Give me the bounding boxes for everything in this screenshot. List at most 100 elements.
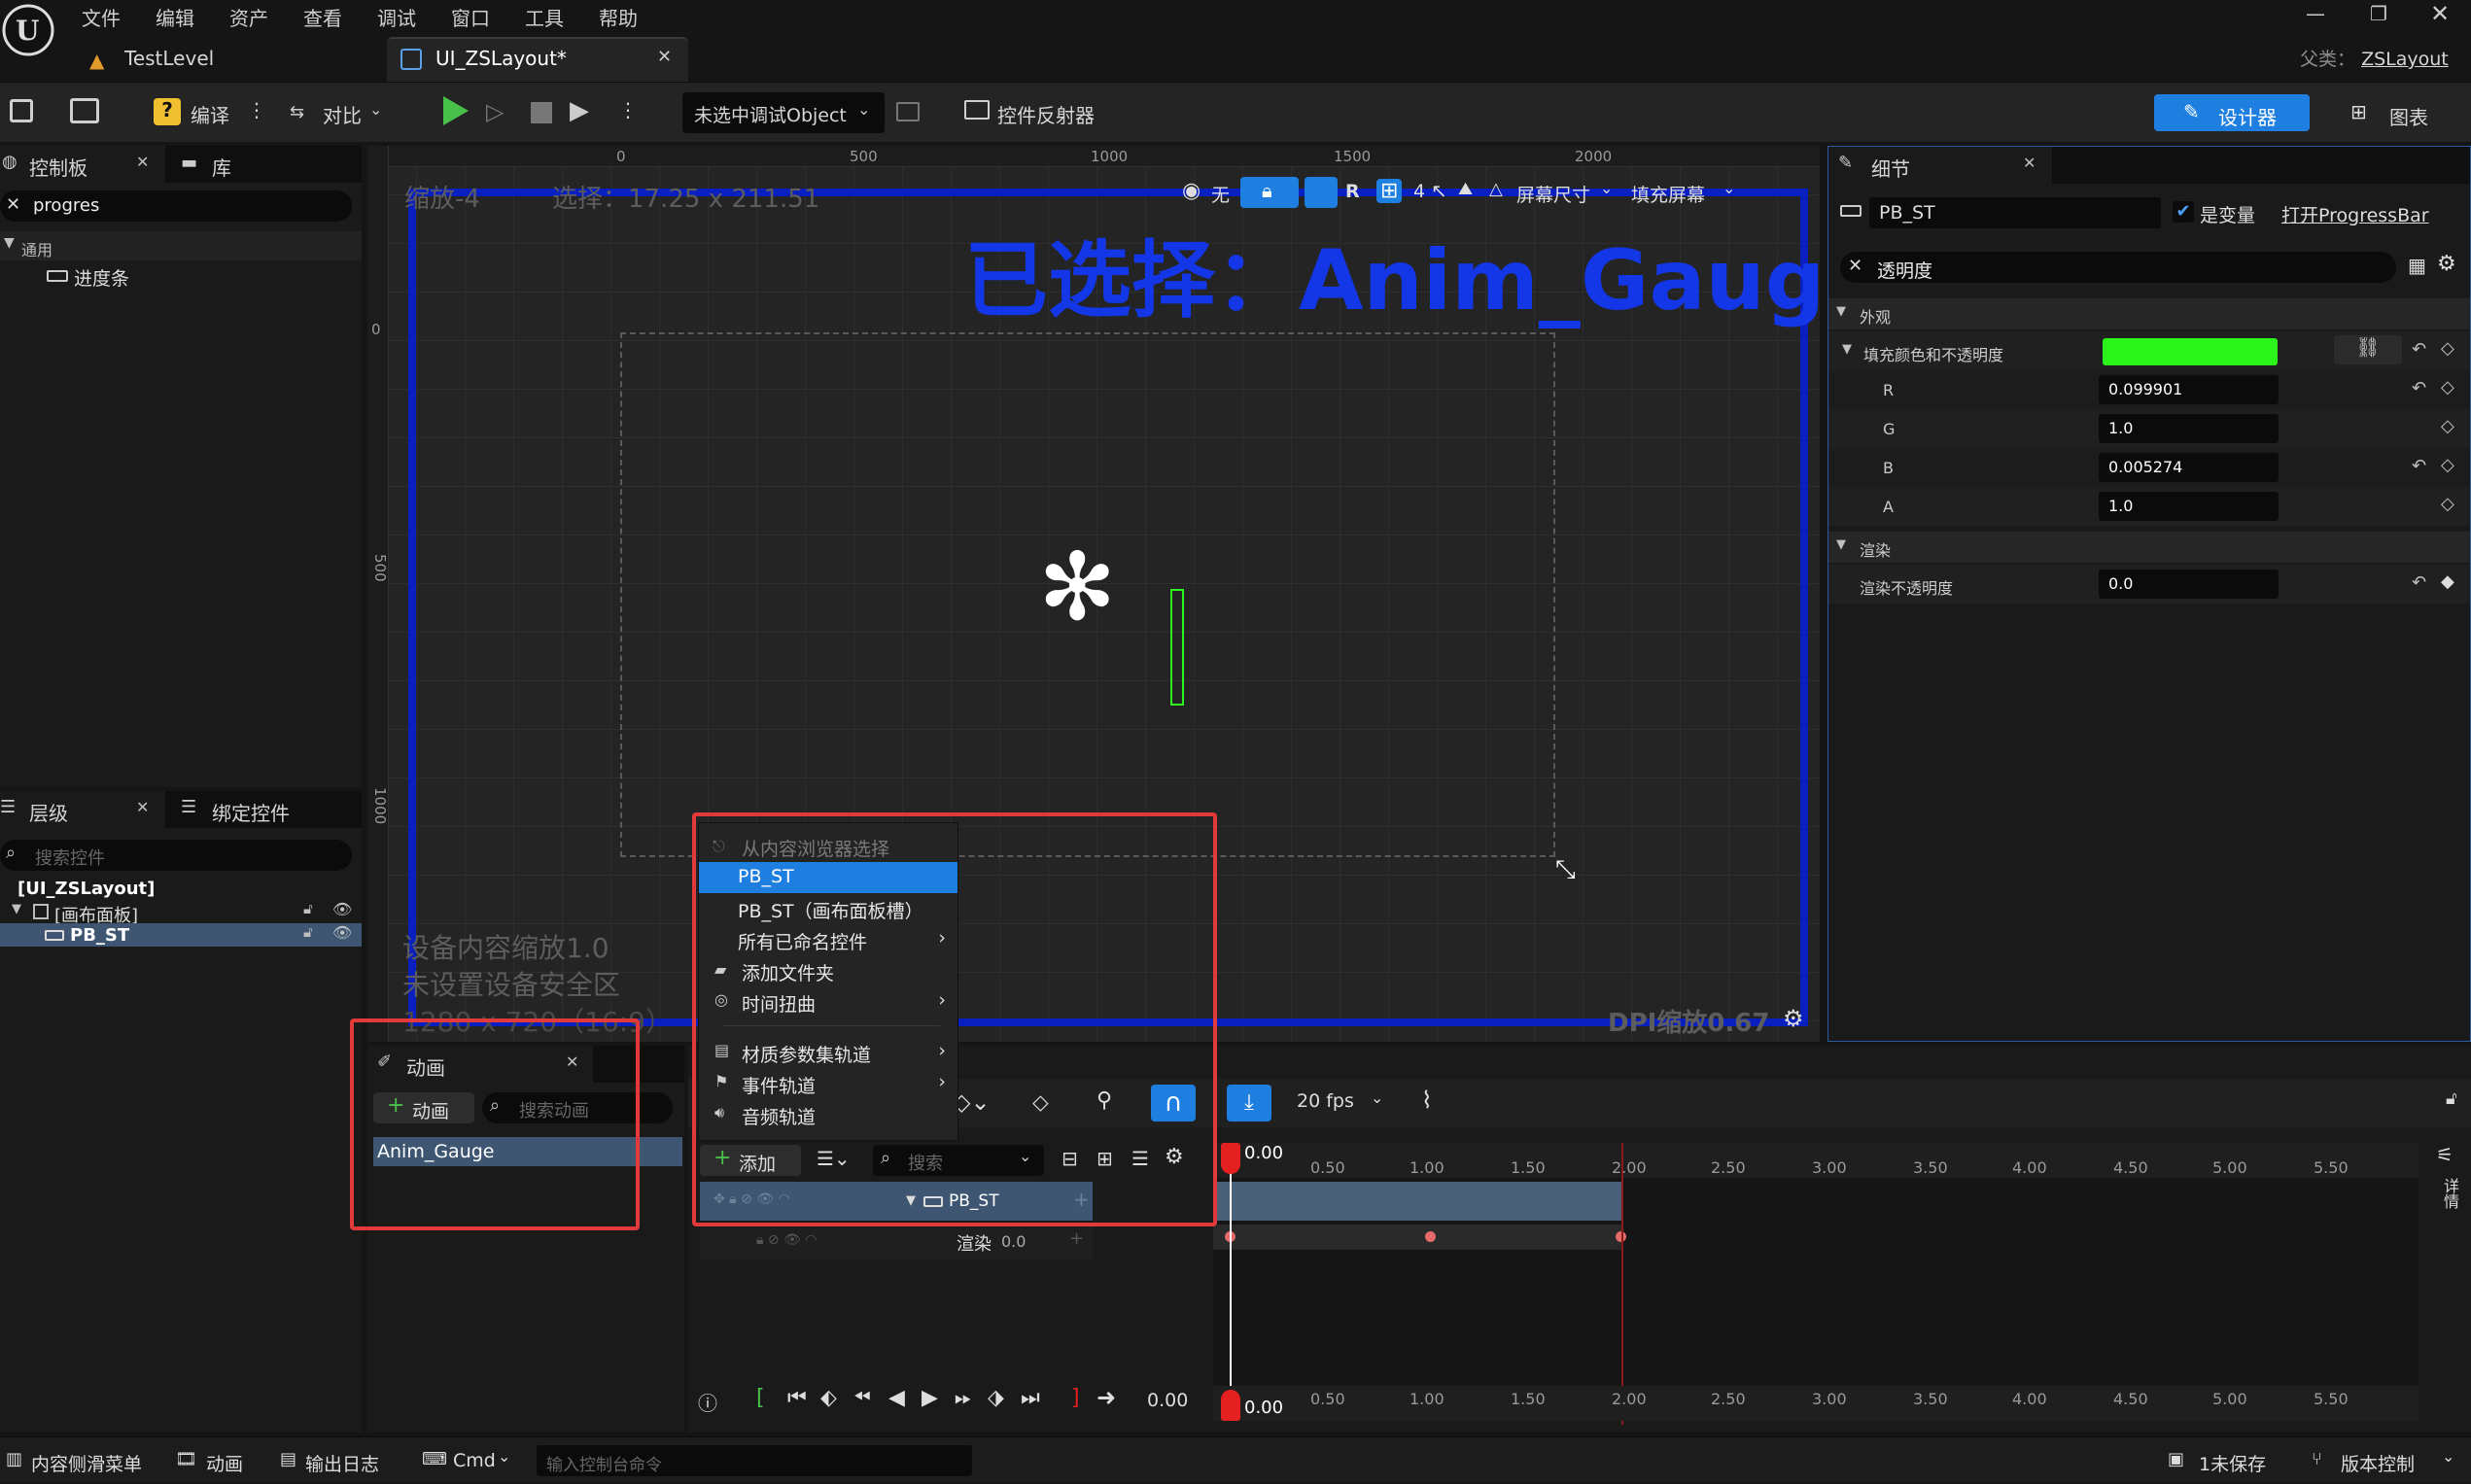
tab-ui-zslayout[interactable]: UI_ZSLayout* ✕ [387, 37, 688, 82]
keyframe-icon[interactable]: ◇ [2441, 455, 2454, 475]
skip-to-end-icon[interactable]: ⏭ [1021, 1386, 1040, 1410]
reset-icon[interactable]: ↶ [2412, 378, 2426, 398]
playhead-marker[interactable] [1221, 1390, 1240, 1421]
r-toggle[interactable]: R [1345, 181, 1360, 202]
playhead-marker[interactable] [1221, 1143, 1240, 1174]
skip-to-start-icon[interactable]: ⏮ [787, 1386, 807, 1410]
keyframe-filled-icon[interactable]: ◆ [2441, 571, 2454, 592]
play-reverse-icon[interactable]: ◀ [888, 1386, 905, 1410]
hierarchy-search-input[interactable]: ⌕ 搜索控件 [0, 840, 352, 871]
compile-icon[interactable]: ? [154, 98, 181, 125]
palette-item-progressbar[interactable]: 进度条 [0, 260, 362, 290]
cursor-icon[interactable]: ↖ [1431, 179, 1447, 202]
r-value-input[interactable]: 0.099901 [2099, 375, 2279, 404]
reset-icon[interactable]: ↶ [2412, 339, 2426, 360]
range-start-icon[interactable]: [ [756, 1386, 765, 1410]
menu-debug[interactable]: 调试 [377, 3, 416, 31]
category-common[interactable]: ▼ 通用 [0, 231, 362, 260]
version-control-button[interactable]: ⑂ 版本控制 ⌄ [2308, 1437, 2463, 1484]
info-icon[interactable]: ⓘ [698, 1388, 717, 1416]
eye-icon[interactable]: 👁︎ [332, 923, 352, 942]
menu-asset[interactable]: 资产 [229, 3, 268, 31]
g-value-input[interactable]: 1.0 [2099, 414, 2279, 443]
curve-editor-icon[interactable]: ⌇ [1421, 1087, 1433, 1114]
screen-size-dropdown[interactable]: 屏幕尺寸 ⌄ [1513, 179, 1621, 208]
compile-options-icon[interactable]: ⋮ [247, 98, 266, 121]
output-log-button[interactable]: ▤ 输出日志 [278, 1437, 399, 1484]
palette-search-input[interactable]: ✕ progres [0, 190, 352, 222]
mountain-icon[interactable]: ⛰︎ [1458, 179, 1473, 199]
tab-close-icon[interactable]: ✕ [136, 153, 149, 171]
menu-file[interactable]: 文件 [82, 3, 121, 31]
menu-view[interactable]: 查看 [303, 3, 342, 31]
globe-icon[interactable]: ◉ [1182, 179, 1201, 203]
warning-icon[interactable]: △ [1489, 179, 1503, 199]
play-icon[interactable]: ▶ [922, 1386, 938, 1410]
current-time-input[interactable]: 0.00 [1147, 1390, 1188, 1411]
menu-edit[interactable]: 编辑 [156, 3, 194, 31]
content-drawer-button[interactable]: ▥ 内容侧滑菜单 [0, 1437, 159, 1484]
grid-snap-icon[interactable]: ⊞ [1376, 179, 1403, 203]
diff-chevron-down-icon[interactable]: ⌄ [369, 100, 382, 119]
tree-root[interactable]: [UI_ZSLayout] [17, 879, 155, 899]
lock-icon[interactable]: 🔓︎ [303, 923, 313, 941]
browse-icon[interactable] [70, 98, 99, 123]
outline-toggle[interactable] [1305, 177, 1338, 208]
reset-icon[interactable]: ↶ [2412, 456, 2426, 476]
render-opacity-input[interactable]: 0.0 [2099, 569, 2279, 599]
keyframe-icon[interactable]: ◇ [2441, 494, 2454, 514]
a-value-input[interactable]: 1.0 [2099, 492, 2279, 521]
step-icon[interactable]: ▷ [486, 98, 511, 125]
tab-close-icon[interactable]: ✕ [2023, 154, 2036, 172]
section-rendering[interactable]: ▼ 渲染 [1828, 532, 2470, 563]
tab-close-icon[interactable]: ✕ [136, 798, 149, 816]
tab-library[interactable]: 库 [212, 153, 231, 181]
stop-icon[interactable] [531, 102, 552, 123]
tab-hierarchy[interactable]: ☰ 层级 ✕ [0, 791, 165, 828]
parent-class-link[interactable]: ZSLayout [2361, 49, 2449, 70]
sequencer-side-tab[interactable]: ⚟ 详情 [2428, 1143, 2467, 1289]
designer-button[interactable]: ✎ 设计器 [2154, 94, 2310, 131]
animation-status-button[interactable]: 🎞︎ 动画 [171, 1437, 268, 1484]
playhead-snap-button[interactable]: ⤓ [1227, 1085, 1271, 1122]
clear-search-icon[interactable]: ✕ [6, 194, 20, 215]
track-row-render-opacity[interactable]: 🔒︎ ⊘ 👁︎ ◠ 渲染 0.0 + [700, 1225, 1093, 1260]
playhead-line[interactable] [1230, 1162, 1232, 1405]
widget-reflector-button[interactable]: 控件反射器 [997, 100, 1095, 128]
keyframe-icon[interactable]: ◇ [2441, 416, 2454, 436]
lock-icon[interactable]: 🔓︎ [303, 900, 313, 917]
menu-tools[interactable]: 工具 [525, 3, 564, 31]
widget-name-input[interactable]: PB_ST [1869, 197, 2161, 228]
range-end-marker[interactable] [1621, 1143, 1623, 1425]
table-view-icon[interactable]: ▦ [2408, 254, 2426, 277]
tab-close-icon[interactable]: ✕ [657, 47, 672, 67]
section-appearance[interactable]: ▼ 外观 [1828, 298, 2470, 329]
keyframe-icon[interactable]: ◇ [2441, 377, 2454, 397]
is-variable-checkbox[interactable]: ✔ [2173, 201, 2194, 223]
save-icon[interactable] [10, 99, 33, 122]
diff-button[interactable]: 对比 [323, 100, 362, 128]
unsaved-button[interactable]: ▣ 1未保存 [2164, 1437, 2300, 1484]
compile-button[interactable]: 编译 [191, 100, 229, 128]
minimize-button[interactable]: — [2306, 2, 2325, 25]
keyframe-dot[interactable] [1425, 1231, 1436, 1242]
tree-canvas-panel[interactable]: ▼ [画布面板] 🔓︎ 👁︎ [0, 900, 362, 926]
fps-dropdown[interactable]: 20 fps ⌄ [1293, 1088, 1390, 1118]
prev-key-icon[interactable]: ⬖ [820, 1386, 837, 1410]
timeline-area[interactable]: 0.00 0.50 1.00 1.50 2.00 2.50 3.00 3.50 … [1213, 1143, 2419, 1425]
next-frame-icon[interactable]: ⏩︎ [955, 1386, 972, 1410]
maximize-button[interactable]: ❐ [2370, 2, 2387, 25]
loop-icon[interactable]: ➜ [1096, 1384, 1116, 1411]
range-end-icon[interactable]: ] [1071, 1386, 1080, 1410]
simulate-icon[interactable]: ▶ [570, 96, 589, 125]
debug-object-select[interactable]: 未选中调试Object ⌄ [682, 92, 885, 133]
next-key-icon[interactable]: ⬗ [988, 1386, 1004, 1410]
eye-icon[interactable]: 👁︎ [332, 900, 352, 918]
reset-icon[interactable]: ↶ [2412, 572, 2426, 593]
prev-frame-icon[interactable]: ⏪︎ [853, 1386, 871, 1410]
keyframe-nav-icon[interactable]: + [1069, 1228, 1084, 1249]
fill-screen-dropdown[interactable]: 填充屏幕 ⌄ [1627, 179, 1742, 208]
play-button[interactable] [443, 96, 469, 125]
debug-folder-icon[interactable] [896, 102, 920, 121]
tab-palette[interactable]: ◍ 控制板 ✕ [0, 146, 165, 183]
